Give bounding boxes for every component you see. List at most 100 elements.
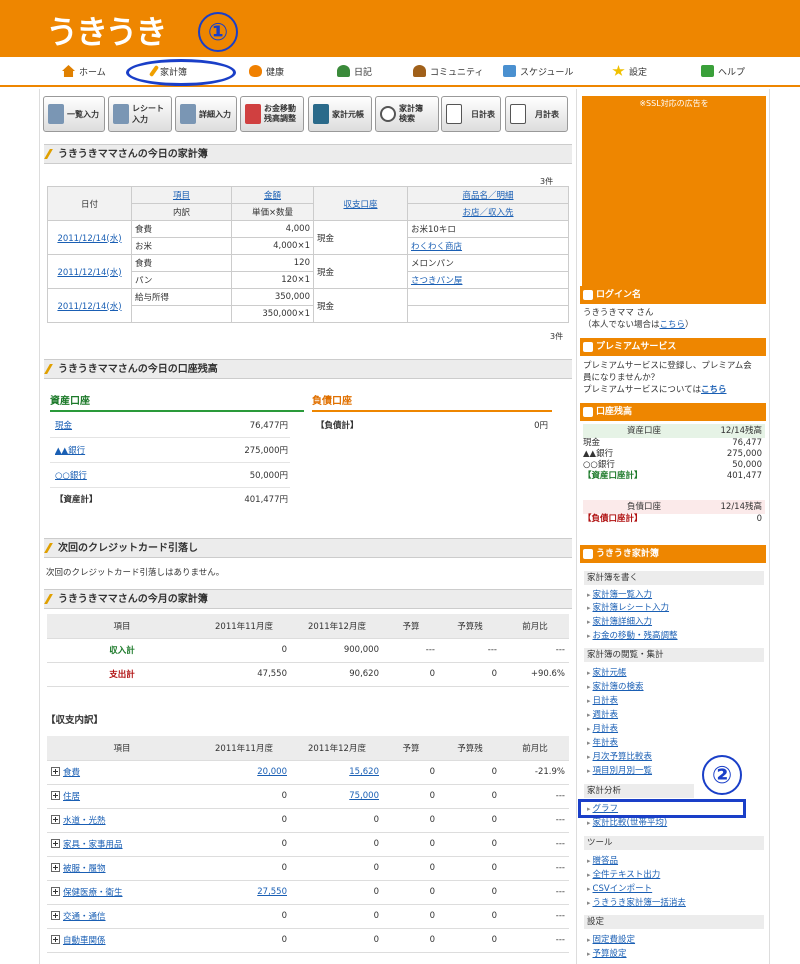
menu-item[interactable]: 年計表: [587, 737, 619, 749]
account-header-link[interactable]: 収支口座: [343, 200, 377, 210]
row-cell: 0: [291, 832, 383, 857]
row-shop-link[interactable]: わくわく商店: [411, 242, 462, 252]
toolbar-ledger-button[interactable]: 家計元帳: [308, 96, 372, 132]
row-cell: 0: [383, 662, 439, 687]
menu-item[interactable]: 項目別月別一覧: [587, 765, 653, 777]
toolbar-search-button[interactable]: 家計簿 検索: [375, 96, 439, 132]
breakdown-title: 【収支内訳】: [46, 715, 104, 726]
amount-header-link[interactable]: 金額: [264, 191, 281, 201]
menu-item-label: 月計表: [592, 724, 619, 734]
toolbar-list-input-button[interactable]: 一覧入力: [43, 96, 105, 132]
today-kakeibo-heading: うきうきママさんの今日の家計簿: [44, 144, 572, 164]
home-icon: [62, 65, 75, 77]
category-link[interactable]: 自動車関係: [63, 936, 106, 946]
menu-item[interactable]: CSVインポート: [587, 883, 653, 895]
row-cell: 0: [197, 856, 291, 881]
row-cell: 0: [197, 808, 291, 833]
nav-diary[interactable]: 日記: [337, 57, 372, 85]
expand-icon[interactable]: [51, 935, 60, 944]
toolbar-receipt-input-button[interactable]: レシート入力: [108, 96, 172, 132]
menu-item[interactable]: 家計比較(世帯平均): [587, 817, 668, 829]
product-header-link[interactable]: 商品名／明細: [462, 191, 513, 201]
nav-home[interactable]: ホーム: [62, 57, 106, 85]
table-row: 被服・履物 0 0 0 0 ---: [47, 856, 569, 881]
menu-group-tools: ツール: [584, 836, 764, 850]
expand-icon[interactable]: [51, 887, 60, 896]
category-link[interactable]: 交通・通信: [63, 912, 106, 922]
category-link[interactable]: 被服・履物: [63, 864, 106, 874]
expand-icon[interactable]: [51, 815, 60, 824]
liab-title: 負債口座: [312, 392, 552, 412]
category-link[interactable]: 住居: [63, 792, 80, 802]
expand-icon[interactable]: [51, 863, 60, 872]
premium-link[interactable]: こちら: [701, 385, 727, 395]
row-name: 支出計: [47, 662, 197, 687]
menu-item[interactable]: 家計簿の検索: [587, 681, 644, 693]
menu-item[interactable]: 月計表: [587, 723, 619, 735]
category-link[interactable]: 水道・光熱: [63, 816, 106, 826]
table-row: 2011/12/14(水) 食費 120 現金 メロンパン: [47, 254, 569, 289]
menu-item[interactable]: 月次予算比較表: [587, 751, 653, 763]
calendar-icon: [503, 65, 516, 77]
shop-header-link[interactable]: お店／収入先: [462, 208, 513, 218]
menu-item[interactable]: 全件テキスト出力: [587, 869, 661, 881]
menu-item[interactable]: 家計簿一覧入力: [587, 589, 653, 601]
amount-link[interactable]: 15,620: [349, 767, 379, 777]
menu-item[interactable]: 日計表: [587, 695, 619, 707]
row-unit: 4,000×1: [231, 237, 314, 255]
asset-value: 275,000円: [244, 446, 288, 456]
col-header: 2011年11月度: [197, 736, 291, 761]
menu-item[interactable]: 家計元帳: [587, 667, 627, 679]
nav-health[interactable]: 健康: [249, 57, 284, 85]
menu-item[interactable]: 家計簿レシート入力: [587, 602, 670, 614]
row-date-link[interactable]: 2011/12/14(水): [57, 234, 121, 244]
toolbar-detail-input-button[interactable]: 詳細入力: [175, 96, 237, 132]
amount-link[interactable]: 27,550: [257, 887, 287, 897]
menu-item[interactable]: 週計表: [587, 709, 619, 721]
menu-item-label: 贈答品: [592, 856, 619, 866]
asset-name-link[interactable]: 現金: [55, 414, 72, 438]
login-switch-link[interactable]: こちら: [660, 320, 686, 330]
site-logo[interactable]: うきうき: [46, 7, 167, 53]
asset-name-link[interactable]: ▲▲銀行: [55, 439, 85, 463]
amount-link[interactable]: 20,000: [257, 767, 287, 777]
row-detail: [131, 305, 232, 323]
menu-item[interactable]: うきうき家計簿一括消去: [587, 897, 686, 909]
expand-icon[interactable]: [51, 767, 60, 776]
menu-item-label: 家計簿の検索: [592, 682, 644, 692]
row-cell: ---: [501, 832, 569, 857]
row-date-link[interactable]: 2011/12/14(水): [57, 268, 121, 278]
asset-name-link[interactable]: ○○銀行: [55, 464, 87, 488]
toolbar-daily-button[interactable]: 日計表: [441, 96, 501, 132]
menu-item[interactable]: 予算設定: [587, 948, 627, 960]
nav-community[interactable]: コミュニティ: [413, 57, 483, 85]
expand-icon[interactable]: [51, 911, 60, 920]
ad-banner[interactable]: ※SSL対応の広告を: [582, 96, 766, 286]
row-shop-link[interactable]: さつきパン屋: [411, 276, 462, 286]
row-date-link[interactable]: 2011/12/14(水): [57, 302, 121, 312]
side-asset-row: ▲▲銀行 275,000: [583, 449, 765, 460]
side-liab-head-label: 負債口座: [627, 502, 662, 512]
login-info: うきうきママ さん （本人でない場合はこちら）: [583, 307, 765, 331]
menu-item[interactable]: 贈答品: [587, 855, 619, 867]
expand-icon[interactable]: [51, 791, 60, 800]
menu-item[interactable]: 家計簿詳細入力: [587, 616, 653, 628]
menu-item[interactable]: 固定費設定: [587, 934, 636, 946]
item-header-link[interactable]: 項目: [173, 191, 190, 201]
toolbar-monthly-button[interactable]: 月計表: [505, 96, 568, 132]
category-link[interactable]: 食費: [63, 768, 80, 778]
col-header: 2011年11月度: [197, 614, 291, 639]
nav-schedule[interactable]: スケジュール: [503, 57, 573, 85]
nav-help[interactable]: ヘルプ: [701, 57, 745, 85]
menu-item-label: 日計表: [592, 696, 619, 706]
expand-icon[interactable]: [51, 839, 60, 848]
category-link[interactable]: 保健医療・衛生: [63, 888, 123, 898]
nav-settings[interactable]: 設定: [612, 57, 647, 85]
asset-total-row: 【資産計】 401,477円: [50, 488, 290, 512]
category-link[interactable]: 家具・家事用品: [63, 840, 123, 850]
menu-item[interactable]: お金の移動・残高調整: [587, 630, 678, 642]
pencil-icon: [180, 104, 196, 124]
toolbar-money-transfer-button[interactable]: お金移動 残高調整: [240, 96, 304, 132]
menu-group-view: 家計簿の閲覧・集計: [584, 648, 764, 662]
amount-link[interactable]: 75,000: [349, 791, 379, 801]
